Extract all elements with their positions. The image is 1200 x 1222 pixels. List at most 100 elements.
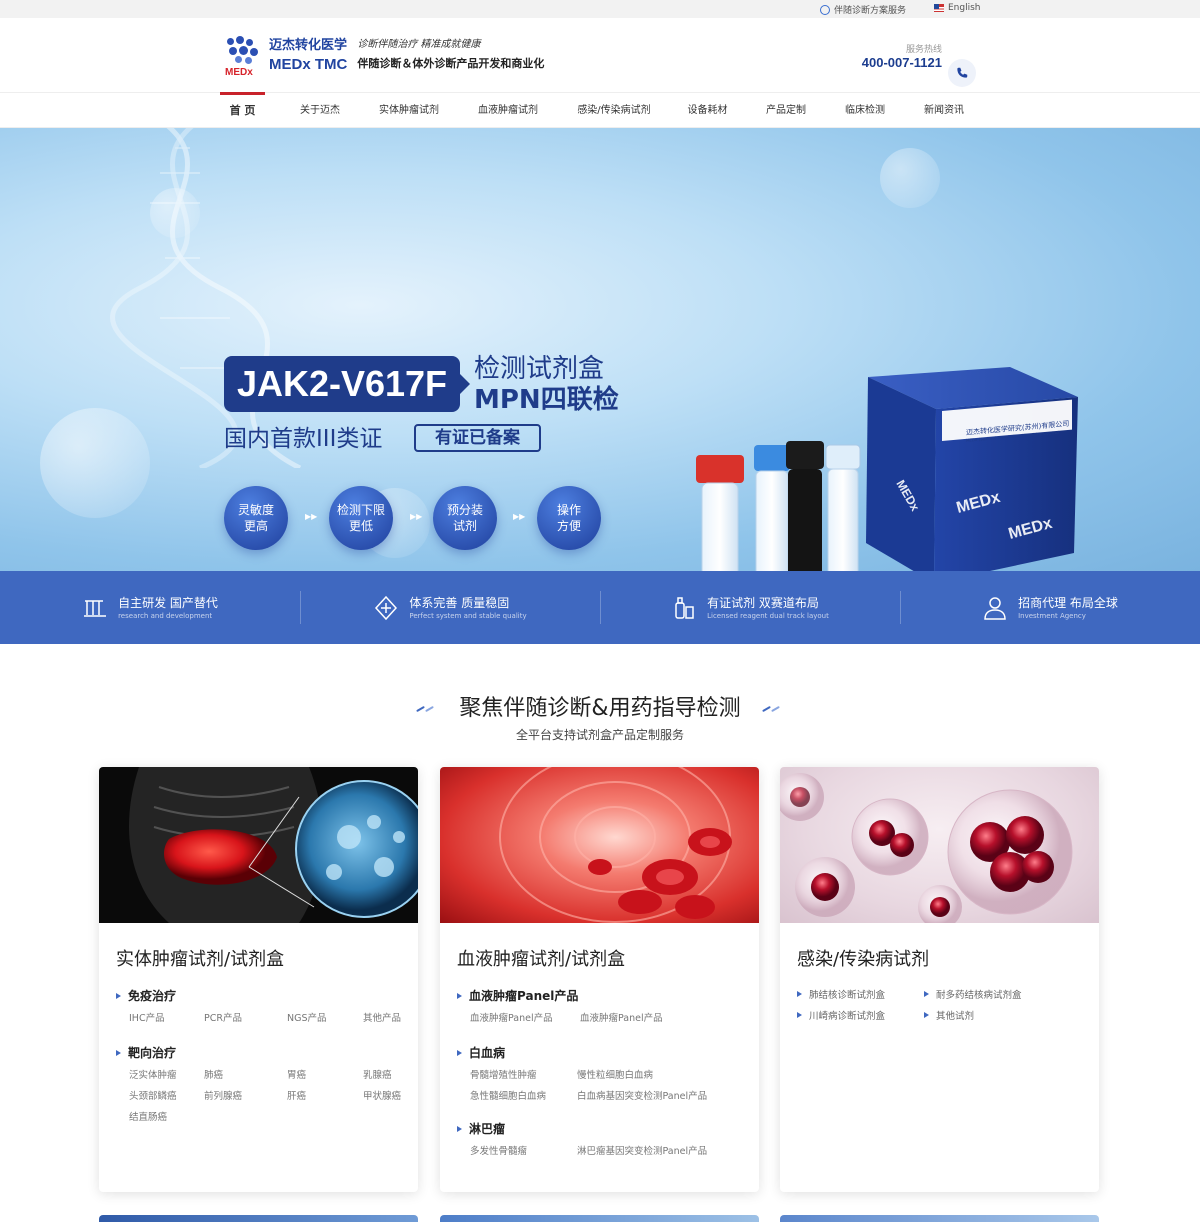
advantage-title: 体系完善 质量稳固 [409, 595, 510, 610]
card-image-cells [780, 767, 1099, 923]
product-link[interactable]: 前列腺癌 [204, 1088, 287, 1102]
product-link[interactable]: 血液肿瘤Panel产品 [470, 1010, 580, 1024]
card-solid-tumor[interactable]: 实体肿瘤试剂/试剂盒 免疫治疗 IHC产品 PCR产品 NGS产品 其他产品 靶… [99, 767, 418, 1192]
product-link[interactable]: 泛实体肿瘤 [129, 1067, 204, 1081]
card-title[interactable]: 实体肿瘤试剂/试剂盒 [116, 945, 284, 971]
feature-detection-limit: 检测下限 更低 [329, 486, 393, 550]
banner-product-code: JAK2-V617F [224, 356, 470, 412]
double-arrow-icon [116, 1049, 124, 1057]
service-link[interactable]: 伴随诊断方案服务 [820, 3, 906, 16]
product-link[interactable]: 胃癌 [287, 1067, 363, 1081]
product-link[interactable]: NGS产品 [287, 1010, 363, 1024]
double-arrow-icon [457, 1125, 465, 1133]
logo[interactable]: MEDx 迈杰转化医学 MEDx TMC 诊断伴随治疗 精准成就健康 伴随诊断＆… [225, 36, 545, 78]
nav-home[interactable]: 首 页 [200, 92, 285, 128]
double-arrow-icon [797, 1011, 805, 1019]
product-link[interactable]: 肝癌 [287, 1088, 363, 1102]
advantage-item: 自主研发 国产替代 research and development [0, 571, 300, 644]
group-heading[interactable]: 白血病 [457, 1044, 737, 1061]
banner-tag: 有证已备案 [414, 424, 541, 452]
product-link[interactable]: 结直肠癌 [129, 1109, 204, 1123]
card-title[interactable]: 感染/传染病试剂 [797, 945, 929, 971]
group-targeted: 靶向治疗 泛实体肿瘤 肺癌 胃癌 乳腺癌 头颈部鳞癌 前列腺癌 肝癌 甲状腺癌 … [116, 1044, 418, 1123]
advantages-strip: 自主研发 国产替代 research and development 体系完善 质… [0, 571, 1200, 644]
group-heading[interactable]: 淋巴瘤 [457, 1120, 737, 1137]
product-link[interactable]: 急性髓细胞白血病 [470, 1088, 577, 1102]
nav-about[interactable]: 关于迈杰 [285, 93, 355, 128]
card-infection[interactable]: 感染/传染病试剂 肺结核诊断试剂盒 耐多药结核病试剂盒 川崎病诊断试剂盒 其他试… [780, 767, 1099, 1192]
agency-icon [984, 596, 1006, 620]
group-heading[interactable]: 血液肿瘤Panel产品 [457, 987, 730, 1004]
group-heading[interactable]: 靶向治疗 [116, 1044, 418, 1061]
feature-label: 操作 方便 [556, 503, 581, 533]
phone-button[interactable] [948, 59, 976, 87]
double-arrow-icon [457, 1049, 465, 1057]
language-switch[interactable]: English [934, 3, 981, 13]
next-card-peek [780, 1215, 1099, 1222]
group-heading-text: 淋巴瘤 [469, 1122, 506, 1136]
product-link[interactable]: 白血病基因突变检测Panel产品 [577, 1088, 737, 1102]
quality-icon [375, 595, 398, 620]
product-link[interactable]: 肺癌 [204, 1067, 287, 1081]
nav-solid-tumor[interactable]: 实体肿瘤试剂 [355, 93, 463, 128]
product-link[interactable]: 耐多药结核病试剂盒 [924, 987, 1074, 1001]
lab-icon [84, 599, 107, 617]
product-link[interactable]: 其他产品 [363, 1010, 418, 1024]
product-link-label: 川崎病诊断试剂盒 [809, 1011, 886, 1022]
product-link[interactable]: 川崎病诊断试剂盒 [797, 1008, 924, 1022]
product-link[interactable]: 头颈部鳞癌 [129, 1088, 204, 1102]
product-link[interactable]: 肺结核诊断试剂盒 [797, 987, 924, 1001]
language-label: English [948, 3, 981, 13]
logo-en: MEDx TMC [269, 56, 348, 73]
nav-news[interactable]: 新闻资讯 [898, 93, 990, 128]
nav-infection[interactable]: 感染/传染病试剂 [553, 93, 675, 128]
product-link[interactable]: 血液肿瘤Panel产品 [580, 1010, 730, 1024]
product-kit-image: 迈杰转化医学研究(苏州)有限公司 MEDx (Suzhou) Translati… [696, 367, 1078, 571]
advantage-sub: Perfect system and stable quality [409, 611, 527, 620]
arrow-right-icon: ▶▶ [513, 512, 526, 521]
product-link[interactable]: 乳腺癌 [363, 1067, 418, 1081]
nav-clinical[interactable]: 临床检测 [832, 93, 898, 128]
group-heading[interactable]: 免疫治疗 [116, 987, 418, 1004]
nav-blood-tumor[interactable]: 血液肿瘤试剂 [463, 93, 553, 128]
reagent-icon [675, 596, 694, 619]
product-link[interactable]: 骨髓增殖性肿瘤 [470, 1067, 577, 1081]
double-arrow-icon [924, 1011, 932, 1019]
feature-sensitivity: 灵敏度 更高 [224, 486, 288, 550]
group-heading-text: 靶向治疗 [128, 1046, 177, 1060]
advantage-sub: research and development [118, 611, 213, 620]
hotline-label: 服务热线 [905, 45, 942, 55]
group-leukemia: 白血病 骨髓增殖性肿瘤 慢性粒细胞白血病 急性髓细胞白血病 白血病基因突变检测P… [457, 1044, 737, 1102]
advantage-sub: Investment Agency [1018, 611, 1086, 620]
nav-equipment[interactable]: 设备耗材 [675, 93, 740, 128]
double-arrow-icon [457, 992, 465, 1000]
nav-custom[interactable]: 产品定制 [740, 93, 832, 128]
logo-mark-icon: MEDx [225, 36, 261, 78]
logo-slogan: 诊断伴随治疗 精准成就健康 [357, 39, 481, 50]
product-link[interactable]: IHC产品 [129, 1010, 204, 1024]
product-link[interactable]: 多发性骨髓瘤 [470, 1143, 577, 1157]
group-lymphoma: 淋巴瘤 多发性骨髓瘤 淋巴瘤基因突变检测Panel产品 [457, 1120, 737, 1157]
product-link[interactable]: PCR产品 [204, 1010, 287, 1024]
product-link[interactable]: 甲状腺癌 [363, 1088, 418, 1102]
card-title[interactable]: 血液肿瘤试剂/试剂盒 [457, 945, 625, 971]
card-blood-tumor[interactable]: 血液肿瘤试剂/试剂盒 血液肿瘤Panel产品 血液肿瘤Panel产品 血液肿瘤P… [440, 767, 759, 1192]
advantage-title: 招商代理 布局全球 [1018, 595, 1118, 610]
group-heading-text: 血液肿瘤Panel产品 [469, 989, 579, 1003]
title-deco-icon [416, 704, 438, 714]
feature-label: 预分装 试剂 [446, 503, 483, 533]
product-link[interactable]: 慢性粒细胞白血病 [577, 1067, 737, 1081]
product-link-label: 肺结核诊断试剂盒 [809, 990, 886, 1001]
next-card-peek [440, 1215, 759, 1222]
arrow-right-icon: ▶▶ [410, 512, 423, 521]
double-arrow-icon [797, 990, 805, 998]
hero-banner[interactable]: JAK2-V617F 检测试剂盒 MPN四联检 国内首款III类证 有证已备案 … [0, 128, 1200, 571]
infection-product-list: 肺结核诊断试剂盒 耐多药结核病试剂盒 川崎病诊断试剂盒 其他试剂 [797, 987, 1074, 1022]
feature-label: 灵敏度 更高 [237, 503, 274, 533]
product-link[interactable]: 淋巴瘤基因突变检测Panel产品 [577, 1143, 737, 1157]
us-flag-icon [934, 4, 944, 12]
logo-tagline: 伴随诊断＆体外诊断产品开发和商业化 [357, 57, 545, 70]
product-link[interactable]: 其他试剂 [924, 1008, 1074, 1022]
section-title-text: 聚焦伴随诊断&用药指导检测 [459, 696, 741, 721]
product-link-label: 耐多药结核病试剂盒 [936, 990, 1022, 1001]
